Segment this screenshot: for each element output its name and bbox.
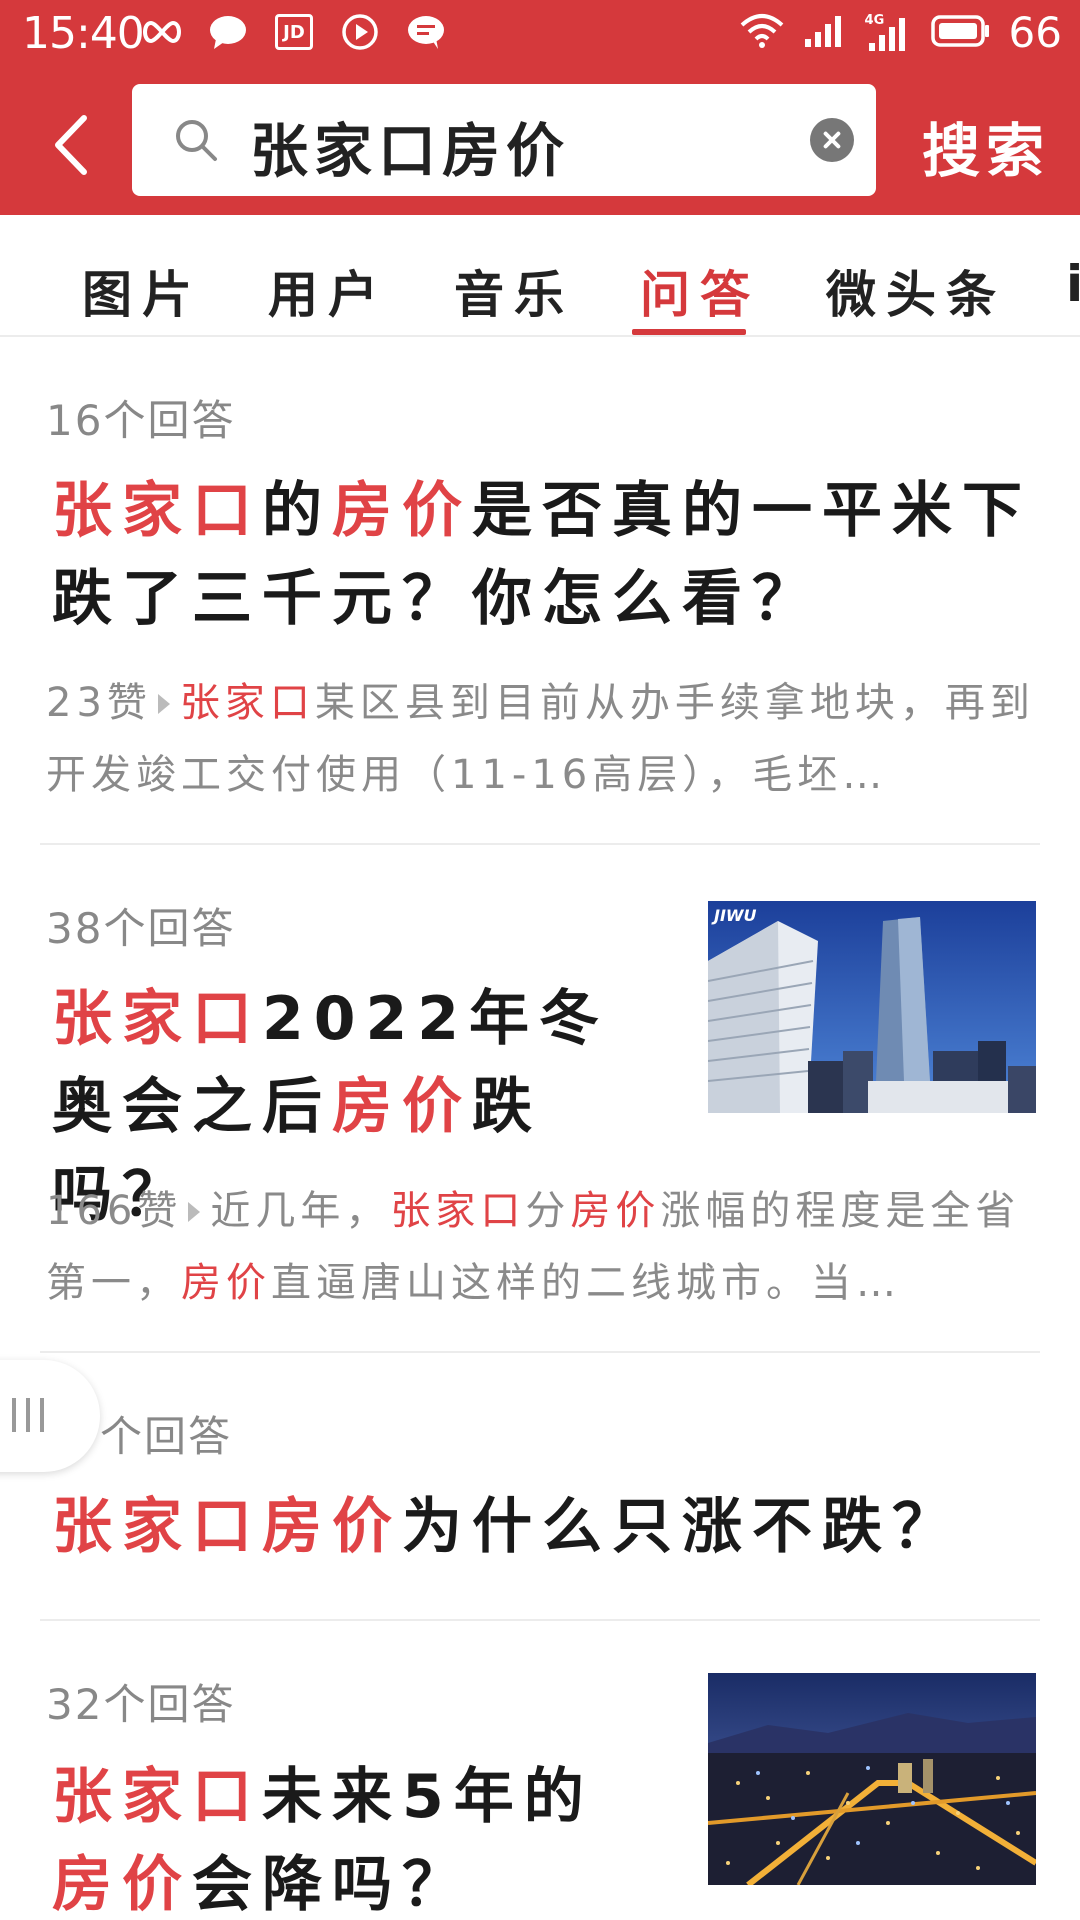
- city-towers-image: JIWU: [708, 901, 1036, 1113]
- snippet-highlight: 房价: [181, 1260, 271, 1306]
- tab-more[interactable]: i: [1066, 255, 1080, 313]
- title-highlight: 房价: [52, 1850, 192, 1920]
- chevron-left-icon: [55, 115, 87, 175]
- snippet-text: 近几年，: [210, 1188, 391, 1234]
- status-time: 15:40: [22, 8, 145, 59]
- result-item[interactable]: 个回答 张家口房价为什么只涨不跌？: [0, 1353, 1080, 1621]
- title-highlight: 房价: [332, 476, 472, 546]
- result-title[interactable]: 张家口的房价是否真的一平米下跌了三千元？你怎么看？: [52, 467, 1042, 643]
- result-title[interactable]: 张家口未来5年的房价会降吗？: [52, 1753, 662, 1920]
- answer-count: 32个回答: [46, 1680, 236, 1729]
- clear-icon[interactable]: [810, 118, 854, 162]
- title-text: 的: [262, 476, 332, 546]
- title-highlight: 房价: [332, 1072, 472, 1142]
- title-text: 为什么只涨不跌？: [402, 1492, 962, 1562]
- search-query-text: 张家口房价: [250, 117, 571, 185]
- result-item[interactable]: 38个回答 张家口2022年冬奥会之后房价跌吗？ JIWU 166赞 近几年，张…: [0, 845, 1080, 1353]
- search-input[interactable]: 张家口房价: [132, 84, 876, 196]
- title-text: 会降吗？: [192, 1850, 472, 1920]
- result-item[interactable]: 16个回答 张家口的房价是否真的一平米下跌了三千元？你怎么看？ 23赞 张家口某区…: [0, 337, 1080, 845]
- snippet-highlight: 张家口: [179, 680, 315, 726]
- tab-music[interactable]: 音乐: [454, 255, 574, 327]
- app-header: 15:40 JD 4G 66 张家口房价 搜索: [0, 0, 1080, 215]
- like-count: 23赞: [46, 680, 152, 726]
- answer-count: 个回答: [100, 1412, 233, 1461]
- caret-right-icon: [188, 1202, 201, 1222]
- tab-micro-headline[interactable]: 微头条: [826, 255, 1006, 327]
- message-icon: [404, 12, 448, 52]
- search-button[interactable]: 搜索: [922, 104, 1050, 188]
- result-item[interactable]: 32个回答 张家口未来5年的房价会降吗？: [0, 1621, 1080, 1920]
- image-watermark: JIWU: [711, 906, 757, 925]
- wifi-icon: [739, 13, 785, 53]
- answer-count: 16个回答: [46, 396, 236, 445]
- result-snippet: 23赞 张家口某区县到目前从办手续拿地块，再到开发竣工交付使用（11-16高层），…: [46, 667, 1036, 811]
- signal-icon: [803, 13, 847, 53]
- title-text: 未来5年的: [262, 1762, 594, 1832]
- title-highlight: 张家口: [52, 1762, 262, 1832]
- status-right-icons: 4G 66: [739, 8, 1062, 57]
- title-highlight: 张家口: [52, 984, 262, 1054]
- infinity-icon: [140, 12, 184, 52]
- night-city-image: [708, 1673, 1036, 1885]
- result-snippet: 166赞 近几年，张家口分房价涨幅的程度是全省第一，房价直逼唐山这样的二线城市。当…: [46, 1175, 1036, 1319]
- tab-images[interactable]: 图片: [82, 255, 202, 327]
- chat-bubble-icon: [206, 12, 250, 52]
- results-list: 16个回答 张家口的房价是否真的一平米下跌了三千元？你怎么看？ 23赞 张家口某区…: [0, 337, 1080, 1920]
- status-bar: 15:40 JD 4G 66: [0, 0, 1080, 70]
- snippet-highlight: 房价: [570, 1188, 661, 1234]
- back-button[interactable]: [44, 110, 100, 180]
- answer-count: 38个回答: [46, 904, 236, 953]
- snippet-text: 分: [525, 1188, 571, 1234]
- jd-icon: JD: [272, 12, 316, 52]
- snippet-text: 直逼唐山这样的二线城市。当…: [271, 1260, 901, 1306]
- tab-qa[interactable]: 问答: [640, 255, 760, 327]
- status-notification-icons: JD: [140, 12, 448, 52]
- search-icon: [172, 116, 220, 164]
- active-tab-indicator: [632, 329, 746, 335]
- like-count: 166赞: [46, 1188, 183, 1234]
- title-highlight: 张家口: [52, 476, 262, 546]
- battery-level: 66: [1008, 8, 1062, 57]
- result-thumbnail[interactable]: [708, 1673, 1036, 1885]
- result-title[interactable]: 张家口房价为什么只涨不跌？: [52, 1483, 1042, 1571]
- result-thumbnail[interactable]: JIWU: [708, 901, 1036, 1113]
- caret-right-icon: [157, 694, 170, 714]
- title-highlight: 张家口房价: [52, 1492, 402, 1562]
- signal-4g-icon: 4G: [865, 13, 913, 53]
- category-tabs: 图片 用户 音乐 问答 微头条 i: [0, 215, 1080, 337]
- tab-users[interactable]: 用户: [268, 255, 388, 327]
- jd-label: JD: [275, 14, 313, 50]
- battery-icon: [930, 14, 991, 52]
- snippet-highlight: 张家口: [390, 1188, 526, 1234]
- play-icon: [338, 12, 382, 52]
